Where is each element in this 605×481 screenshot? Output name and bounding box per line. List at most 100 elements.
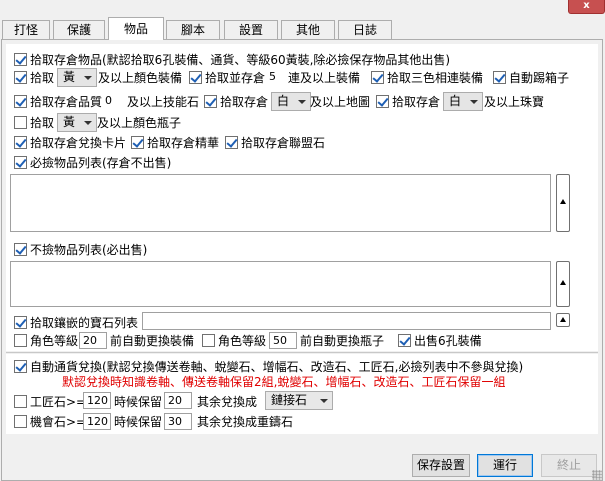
chance-exchange-checkbox[interactable]: [14, 415, 27, 428]
char-level-flask-label: 角色等級: [218, 334, 267, 348]
pickup-flask-checkbox[interactable]: [14, 116, 27, 129]
pickup-alliance-checkbox[interactable]: [225, 136, 238, 149]
pickup-tricolor-checkbox[interactable]: [371, 71, 384, 84]
pickup-map-value: 白: [277, 94, 290, 108]
chevron-down-icon: [470, 100, 478, 104]
socketed-gem-list-input[interactable]: [142, 312, 551, 330]
auto-exchange-label: 自動通貨兌換(默認兌換傳送卷軸、蛻變石、增幅石、改造石、工匠石,必撿列表中不參與…: [30, 360, 524, 374]
craft-suffix-label: 其余兌換成: [197, 395, 258, 409]
craft-mid-label: 時候保留: [114, 395, 163, 409]
pickup-links-suffix: 連及以上裝備: [288, 71, 361, 85]
chance-exchange-label: 機會石>=: [30, 415, 87, 429]
auto-exchange-checkbox[interactable]: [14, 360, 27, 373]
tab-items[interactable]: 物品: [108, 17, 164, 40]
resize-grip-icon[interactable]: [592, 470, 602, 480]
pickup-cards-label: 拾取存倉兌換卡片: [30, 136, 127, 150]
pickup-flask-label: 拾取: [30, 116, 55, 130]
sell-six-socket-checkbox[interactable]: [398, 334, 411, 347]
pickup-gem-checkbox[interactable]: [14, 95, 27, 108]
auto-kick-box-label: 自動踢箱子: [509, 71, 570, 85]
pickup-map-label: 拾取存倉: [220, 95, 269, 109]
scroll-up-icon: [560, 317, 566, 322]
exchange-note: 默認兌換時知識卷軸、傳送卷軸保留2組,蛻變石、增幅石、改造石、工匠石保留一組: [62, 375, 506, 389]
craft-keep-input[interactable]: 20: [164, 392, 192, 409]
must-pick-list-checkbox[interactable]: [14, 156, 27, 169]
pickup-jewel-value: 白: [449, 94, 462, 108]
pickup-essence-label: 拾取存倉精華: [147, 136, 220, 150]
pickup-essence-checkbox[interactable]: [131, 136, 144, 149]
pickup-color-suffix: 及以上顏色裝備: [98, 71, 183, 85]
char-level-equip-checkbox[interactable]: [14, 334, 27, 347]
pickup-tricolor-label: 拾取三色相連裝備: [387, 71, 484, 85]
section-divider: [6, 352, 598, 353]
pickup-jewel-dropdown[interactable]: 白: [443, 92, 483, 111]
no-pick-list-label: 不撿物品列表(必出售): [30, 243, 148, 257]
char-level-flask-checkbox[interactable]: [202, 334, 215, 347]
chance-mid-label: 時候保留: [114, 415, 163, 429]
chevron-down-icon: [298, 100, 306, 104]
window-close-button[interactable]: x: [568, 0, 605, 14]
chevron-down-icon: [84, 76, 92, 80]
pickup-map-dropdown[interactable]: 白: [271, 92, 311, 111]
tab-log[interactable]: 日誌: [338, 20, 392, 40]
pickup-gem-suffix: 及以上技能石: [127, 95, 200, 109]
no-pick-list-scroll-button[interactable]: [556, 261, 570, 307]
chevron-down-icon: [320, 399, 328, 403]
pickup-flask-dropdown[interactable]: 黃: [57, 113, 97, 132]
no-pick-list-checkbox[interactable]: [14, 243, 27, 256]
pickup-links-label: 拾取並存倉: [205, 71, 266, 85]
stop-button[interactable]: 終止: [541, 454, 597, 477]
craft-exchange-checkbox[interactable]: [14, 395, 27, 408]
pickup-map-suffix: 及以上地圖: [310, 95, 371, 109]
tab-protection[interactable]: 保護: [53, 20, 105, 40]
craft-target-dropdown[interactable]: 鏈接石: [265, 391, 333, 410]
socketed-list-scroll-button[interactable]: [556, 313, 570, 327]
pickup-flask-value: 黃: [63, 115, 76, 129]
craft-exchange-label: 工匠石>=: [30, 395, 87, 409]
pickup-color-dropdown[interactable]: 黃: [57, 68, 97, 87]
chevron-down-icon: [84, 121, 92, 125]
auto-kick-box-checkbox[interactable]: [493, 71, 506, 84]
char-level-flask-suffix: 前自動更換瓶子: [300, 334, 385, 348]
scroll-up-icon: [560, 199, 566, 204]
pickup-links-input[interactable]: 5: [266, 69, 286, 86]
pickup-items-label: 拾取存倉物品(默認拾取6孔裝備、通貨、等級60黃裝,除必撿保存物品其他出售): [30, 53, 451, 67]
pickup-items-checkbox[interactable]: [14, 53, 27, 66]
run-button[interactable]: 運行: [477, 454, 533, 477]
pickup-gem-label: 拾取存倉品質: [30, 95, 103, 109]
pickup-jewel-label: 拾取存倉: [392, 95, 441, 109]
tab-script[interactable]: 腳本: [166, 20, 220, 40]
pickup-socketed-label: 拾取鑲嵌的寶石列表: [30, 316, 139, 330]
pickup-jewel-checkbox[interactable]: [376, 95, 389, 108]
tab-monster[interactable]: 打怪: [2, 20, 50, 40]
pickup-socketed-checkbox[interactable]: [14, 316, 27, 329]
tab-bar: 打怪 保護 物品 腳本 設置 其他 日誌: [0, 17, 605, 40]
pickup-flask-suffix: 及以上顏色瓶子: [97, 116, 182, 130]
char-level-flask-input[interactable]: 50: [269, 332, 297, 349]
must-pick-list-scroll-button[interactable]: [556, 174, 570, 232]
save-settings-button[interactable]: 保存設置: [412, 454, 470, 477]
must-pick-list[interactable]: [10, 174, 551, 232]
tab-other[interactable]: 其他: [281, 20, 335, 40]
pickup-color-value: 黃: [63, 70, 76, 84]
pickup-color-label: 拾取: [30, 71, 55, 85]
scroll-up-icon: [560, 280, 566, 285]
craft-target-value: 鏈接石: [271, 393, 308, 407]
pickup-links-checkbox[interactable]: [189, 71, 202, 84]
pickup-cards-checkbox[interactable]: [14, 136, 27, 149]
pickup-alliance-label: 拾取存倉聯盟石: [241, 136, 326, 150]
pickup-gem-input[interactable]: 0: [102, 93, 126, 110]
craft-threshold-input[interactable]: 120: [83, 392, 111, 409]
pickup-jewel-suffix: 及以上珠寶: [484, 95, 545, 109]
char-level-equip-input[interactable]: 20: [79, 332, 107, 349]
pickup-color-checkbox[interactable]: [14, 71, 27, 84]
chance-threshold-input[interactable]: 120: [83, 413, 111, 430]
char-level-equip-suffix: 前自動更換裝備: [110, 334, 195, 348]
must-pick-list-label: 必撿物品列表(存倉不出售): [30, 156, 172, 170]
pickup-map-checkbox[interactable]: [204, 95, 217, 108]
no-pick-list[interactable]: [10, 261, 551, 307]
sell-six-socket-label: 出售6孔裝備: [414, 334, 482, 348]
tab-settings[interactable]: 設置: [224, 20, 278, 40]
chance-keep-input[interactable]: 30: [164, 413, 192, 430]
char-level-equip-label: 角色等級: [30, 334, 79, 348]
